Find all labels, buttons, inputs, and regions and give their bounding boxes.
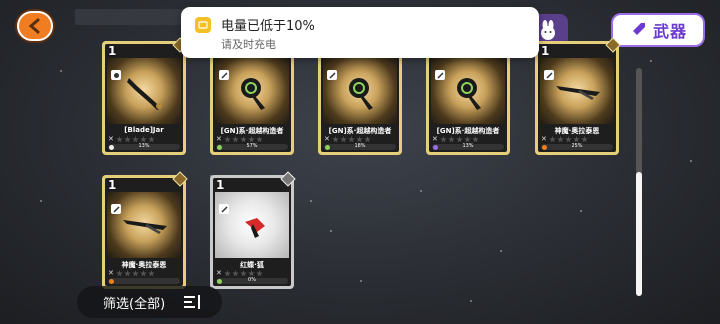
weapon-name: 神魔·奥拉泰恩 xyxy=(554,127,600,135)
sort-icon xyxy=(184,295,201,309)
progress-bar: 0% xyxy=(216,277,288,284)
card-grade: 1 xyxy=(108,44,117,58)
top-strip-decoration xyxy=(75,9,185,25)
rabbit-icon xyxy=(541,20,555,40)
back-button[interactable] xyxy=(17,11,53,41)
filter-label: 筛选(全部) xyxy=(103,296,166,312)
weapon-image xyxy=(556,86,600,100)
weapon-name: [Blade]Jar xyxy=(124,126,164,134)
corner-gem-icon xyxy=(280,171,296,187)
progress-bar: 13% xyxy=(108,143,180,150)
filter-button[interactable]: 筛选(全部) xyxy=(77,286,222,318)
weapon-card[interactable]: 1 [GN]系·超越构造者 ✕ 57% xyxy=(210,37,296,155)
star-rating: ✕ xyxy=(216,136,263,143)
weapon-name: 神魔·奥拉泰恩 xyxy=(121,261,167,269)
weapon-card[interactable]: 1 神魔·奥拉泰恩 ✕ 25% xyxy=(535,37,621,155)
weapon-image xyxy=(241,78,265,110)
progress-bar xyxy=(108,278,180,284)
weapon-name: [GN]系·超越构造者 xyxy=(328,127,392,135)
weapon-card[interactable]: 1 神魔·奥拉泰恩 ✕ xyxy=(102,171,188,289)
weapon-card[interactable]: 1 [GN]系·超越构造者 ✕ 18% xyxy=(318,37,404,155)
weapon-card[interactable]: 1 [Blade]Jar ✕ 13% xyxy=(102,37,188,155)
weapon-image xyxy=(245,218,265,238)
card-grade: 1 xyxy=(216,178,225,192)
star-rating: ✕ xyxy=(541,136,588,143)
weapon-name: [GN]系·超越构造者 xyxy=(436,127,500,135)
progress-bar: 25% xyxy=(541,143,613,150)
tab-weapon[interactable]: 武器 xyxy=(611,13,705,47)
scrollbar-thumb[interactable] xyxy=(636,172,642,296)
card-grade: 1 xyxy=(108,178,117,192)
low-battery-notification[interactable]: 电量已低于10% 请及时充电 xyxy=(181,7,539,58)
notification-title: 电量已低于10% xyxy=(221,19,315,34)
sword-icon xyxy=(630,23,645,37)
weapon-image xyxy=(349,78,373,110)
back-arrow-icon xyxy=(28,18,40,34)
progress-bar: 18% xyxy=(324,143,396,150)
weapon-card[interactable]: 1 [GN]系·超越构造者 ✕ 13% xyxy=(426,37,512,155)
star-rating: ✕ xyxy=(108,136,155,143)
weapon-name: [GN]系·超越构造者 xyxy=(220,127,284,135)
star-rating: ✕ xyxy=(432,136,479,143)
star-rating: ✕ xyxy=(216,270,263,277)
weapon-card[interactable]: 1 红蝶·狐 ✕ 0% xyxy=(210,171,296,289)
weapon-image xyxy=(457,78,481,110)
weapon-image xyxy=(127,78,162,110)
battery-icon xyxy=(195,17,211,33)
corner-gem-icon xyxy=(605,37,621,53)
weapon-name: 红蝶·狐 xyxy=(240,261,264,269)
star-rating: ✕ xyxy=(324,136,371,143)
progress-bar: 57% xyxy=(216,143,288,150)
tab-weapon-label: 武器 xyxy=(652,22,687,41)
weapon-image xyxy=(123,220,167,234)
corner-gem-icon xyxy=(172,171,188,187)
star-rating: ✕ xyxy=(108,270,155,277)
notification-body: 请及时充电 xyxy=(221,38,276,51)
progress-bar: 13% xyxy=(432,143,504,150)
card-grade: 1 xyxy=(541,44,550,58)
